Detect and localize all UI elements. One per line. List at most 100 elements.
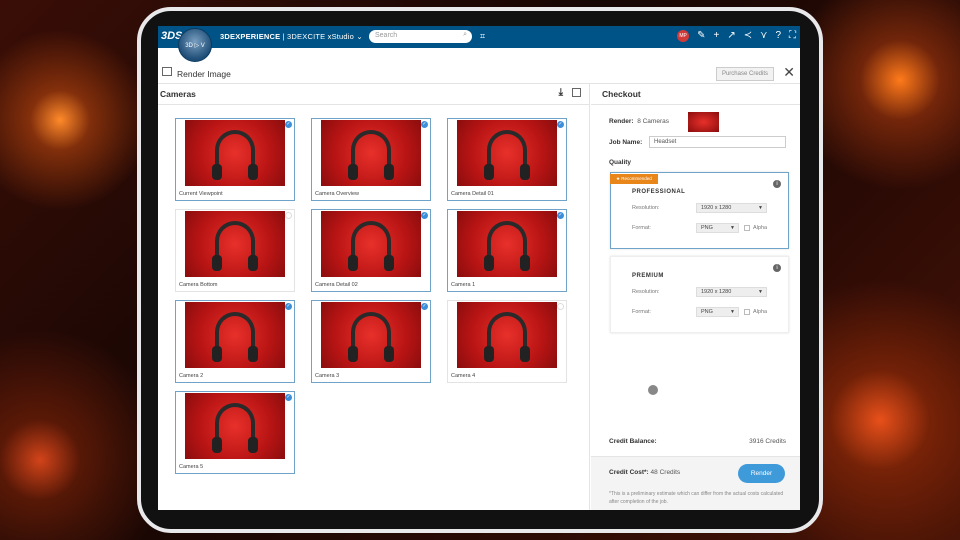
render-preview-thumbnail <box>688 112 719 132</box>
info-icon[interactable]: i <box>773 264 781 272</box>
resolution-select[interactable]: 1920 x 1280 ▼ <box>696 287 767 297</box>
camera-thumbnail <box>457 302 557 368</box>
format-value: PNG <box>701 225 713 231</box>
compass-widget[interactable]: 3D ▷ V <box>178 28 212 62</box>
format-select[interactable]: PNG ▼ <box>696 223 739 233</box>
quality-label: Quality <box>609 159 632 166</box>
checkmark-icon[interactable]: ✓ <box>421 121 428 128</box>
headset-image <box>212 221 258 271</box>
resolution-value: 1920 x 1280 <box>701 205 732 211</box>
render-label: Render: <box>609 118 634 125</box>
avatar[interactable]: MP <box>677 30 690 42</box>
loading-indicator <box>648 385 658 395</box>
panel-header: Render Image Purchase Credits ✕ <box>158 64 800 84</box>
format-label: Format: <box>632 225 651 231</box>
credit-balance-value: 3916 Credits <box>749 438 786 445</box>
camera-thumbnail <box>185 393 285 459</box>
camera-label: Camera Overview <box>315 191 360 197</box>
share-icon[interactable]: ↗ <box>727 30 735 42</box>
headset-image <box>348 312 394 362</box>
brand-name: 3DEXPERIENCE <box>220 32 281 41</box>
job-name-label: Job Name: <box>609 139 643 146</box>
checkout-panel: Checkout Render: 8 Cameras Job Name: Hea… <box>591 84 800 510</box>
top-bar: 3DS 3DEXPERIENCE | 3DEXCITE xStudio ⌄ Se… <box>158 26 800 48</box>
credit-cost-label: Credit Cost*: <box>609 469 649 476</box>
headset-image <box>348 130 394 180</box>
camera-thumbnail <box>185 120 285 186</box>
camera-card[interactable]: Camera 1 ✓ <box>447 209 567 292</box>
download-icon[interactable]: ⤓ <box>559 87 563 98</box>
checkout-title: Checkout <box>602 89 641 99</box>
render-image-icon <box>162 67 172 76</box>
chevron-down-icon: ▼ <box>758 205 763 211</box>
alpha-label: Alpha <box>753 309 768 315</box>
camera-label: Camera 2 <box>179 373 204 379</box>
resolution-select[interactable]: 1920 x 1280 ▼ <box>696 203 767 213</box>
tag-icon[interactable]: ⌗ <box>480 31 485 42</box>
alpha-label: Alpha <box>753 225 768 231</box>
checkmark-icon[interactable]: ✓ <box>557 212 564 219</box>
checkout-footer: Credit Cost*: 48 Credits Render *This is… <box>591 456 800 510</box>
app-brand[interactable]: 3DEXPERIENCE | 3DEXCITE xStudio ⌄ <box>220 32 363 41</box>
alpha-checkbox[interactable] <box>744 309 750 315</box>
network-icon[interactable]: ≺ <box>744 30 752 42</box>
checkbox-icon[interactable] <box>557 303 564 310</box>
checkmark-icon[interactable]: ✓ <box>421 212 428 219</box>
checkmark-icon[interactable]: ✓ <box>285 303 292 310</box>
purchase-credits-button[interactable]: Purchase Credits <box>715 67 774 81</box>
camera-card[interactable]: Camera 4 <box>447 300 567 383</box>
headset-image <box>212 403 258 453</box>
quality-option-premium[interactable]: i PREMIUM Resolution: 1920 x 1280 ▼ Forma… <box>610 256 789 333</box>
checkmark-icon[interactable]: ✓ <box>285 121 292 128</box>
badge-text: Recommended <box>621 176 652 181</box>
quality-option-professional[interactable]: ★ Recommended i PROFESSIONAL Resolution:… <box>610 172 789 249</box>
recommended-badge: ★ Recommended <box>610 174 658 184</box>
credit-cost-value: 48 Credits <box>650 469 681 476</box>
checkmark-icon[interactable]: ✓ <box>421 303 428 310</box>
headset-image <box>484 221 530 271</box>
render-count: 8 Cameras <box>637 118 669 125</box>
help-icon[interactable]: ? <box>775 30 781 42</box>
close-button[interactable]: ✕ <box>783 64 795 81</box>
checkbox-icon[interactable] <box>285 212 292 219</box>
camera-card[interactable]: Camera Detail 01 ✓ <box>447 118 567 201</box>
alpha-checkbox[interactable] <box>744 225 750 231</box>
disclaimer: *This is a preliminary estimate which ca… <box>609 491 784 505</box>
camera-card[interactable]: Camera 2 ✓ <box>175 300 295 383</box>
checkmark-icon[interactable]: ✓ <box>285 394 292 401</box>
camera-card[interactable]: Camera Detail 02 ✓ <box>311 209 431 292</box>
camera-card[interactable]: Current Viewpoint ✓ <box>175 118 295 201</box>
headset-image <box>484 130 530 180</box>
resolution-label: Resolution: <box>632 205 660 211</box>
job-name-input[interactable]: Headset <box>649 136 786 148</box>
camera-thumbnail <box>321 211 421 277</box>
camera-thumbnail <box>321 302 421 368</box>
checkmark-icon[interactable]: ✓ <box>557 121 564 128</box>
search-icon[interactable]: ⌕ <box>463 31 467 39</box>
select-all-icon[interactable] <box>572 88 581 97</box>
fullscreen-icon[interactable]: ⛶ <box>789 30 796 42</box>
app-screen: 3DS 3DEXPERIENCE | 3DEXCITE xStudio ⌄ Se… <box>158 26 800 510</box>
camera-label: Camera 1 <box>451 282 476 288</box>
chevron-down-icon: ▼ <box>730 309 735 315</box>
resolution-value: 1920 x 1280 <box>701 289 732 295</box>
headset-image <box>212 312 258 362</box>
tools-icon[interactable]: ⋎ <box>760 30 767 42</box>
render-button[interactable]: Render <box>738 464 785 483</box>
camera-label: Camera Detail 02 <box>315 282 358 288</box>
camera-thumbnail <box>457 211 557 277</box>
camera-card[interactable]: Camera Bottom <box>175 209 295 292</box>
notifications-icon[interactable]: ✎ <box>697 30 705 42</box>
quality-name: PROFESSIONAL <box>632 189 686 195</box>
resolution-label: Resolution: <box>632 289 660 295</box>
format-select[interactable]: PNG ▼ <box>696 307 739 317</box>
cameras-panel: Cameras ⤓ Current Viewpoint ✓ Camera Ove… <box>158 84 590 510</box>
add-icon[interactable]: + <box>713 30 719 42</box>
camera-thumbnail <box>321 120 421 186</box>
cameras-title: Cameras <box>160 89 196 99</box>
camera-card[interactable]: Camera Overview ✓ <box>311 118 431 201</box>
search-input[interactable]: Search ⌕ <box>369 30 472 43</box>
info-icon[interactable]: i <box>773 180 781 188</box>
camera-card[interactable]: Camera 5 ✓ <box>175 391 295 474</box>
camera-card[interactable]: Camera 3 ✓ <box>311 300 431 383</box>
